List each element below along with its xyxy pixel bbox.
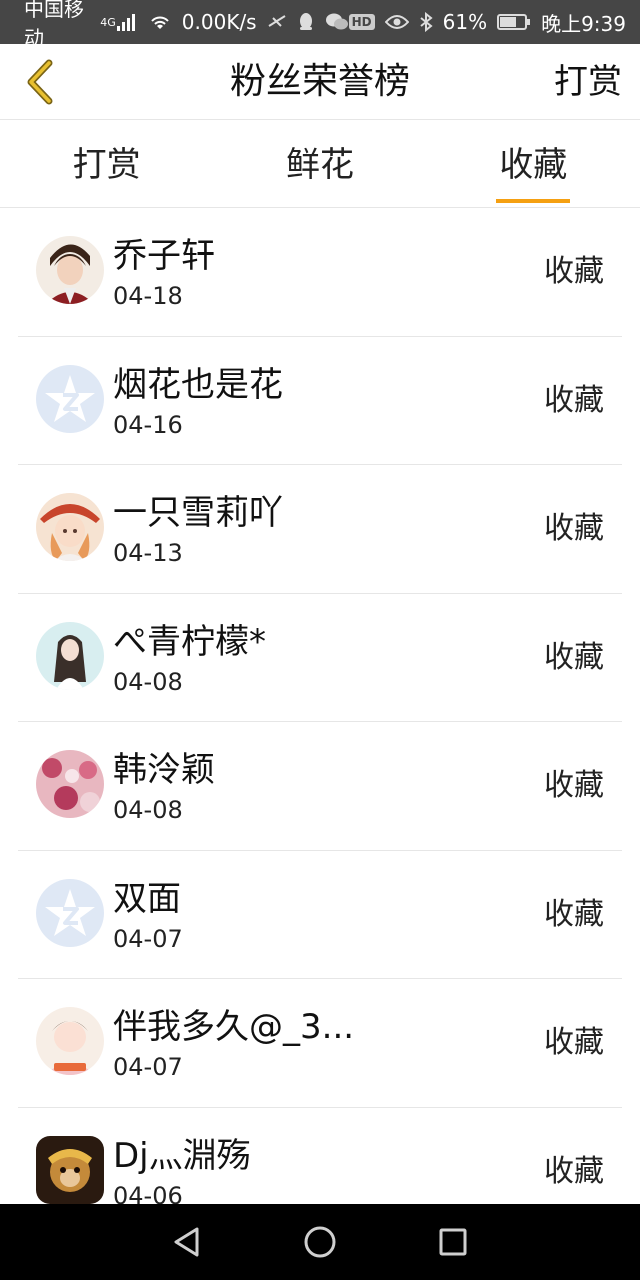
system-nav-bar [0, 1204, 640, 1280]
avatar[interactable] [36, 1007, 104, 1075]
list-item[interactable]: 一只雪莉吖 04-13 收藏 [18, 465, 622, 594]
list-item[interactable]: 乔子轩 04-18 收藏 [18, 208, 622, 337]
avatar[interactable] [36, 1135, 104, 1204]
network-speed: 0.00K/s [181, 10, 257, 34]
list-item[interactable]: 伴我多久@_3... 04-07 收藏 [18, 979, 622, 1108]
tab-label: 打赏 [72, 145, 141, 185]
battery-icon [497, 13, 531, 31]
clock: 晚上9:39 [541, 11, 626, 36]
network-type-label: 4G [100, 15, 116, 29]
avatar[interactable] [36, 878, 104, 947]
action-label: 收藏 [544, 1025, 604, 1060]
user-name: 韩泠颖 [113, 750, 215, 790]
list-date: 04-08 [113, 796, 183, 824]
airplane-icon [267, 12, 287, 32]
fan-list: 乔子轩 04-18 收藏 烟花也是花 04-16 收藏 一只雪莉吖 04-13 … [0, 208, 640, 1204]
tab-bar: 打赏 鲜花 收藏 [0, 121, 640, 208]
user-name: 一只雪莉吖 [113, 493, 283, 533]
list-item[interactable]: 双面 04-07 收藏 [18, 851, 622, 979]
action-label: 收藏 [544, 768, 604, 803]
list-date: 04-16 [113, 410, 183, 439]
avatar[interactable] [36, 621, 104, 690]
tab-flowers[interactable]: 鲜花 [213, 121, 426, 207]
action-label: 收藏 [544, 511, 604, 546]
user-name: 烟花也是花 [113, 364, 283, 405]
bluetooth-icon [419, 12, 433, 32]
user-name: 双面 [113, 878, 181, 919]
user-name: 伴我多久@_3... [113, 1007, 355, 1047]
list-date: 04-07 [113, 1053, 183, 1081]
nav-back-button[interactable] [157, 1212, 217, 1272]
list-date: 04-06 [113, 1181, 183, 1205]
action-label: 收藏 [544, 1153, 604, 1189]
list-item[interactable]: 烟花也是花 04-16 收藏 [18, 337, 622, 465]
action-label: 收藏 [544, 639, 604, 675]
signal-icon: 4G [100, 13, 138, 31]
tab-indicator [496, 199, 571, 203]
avatar[interactable] [36, 236, 104, 304]
battery-percent: 61% [442, 10, 488, 34]
list-item[interactable]: Dj灬淵殇 04-06 收藏 [18, 1108, 622, 1205]
circle-home-icon [304, 1226, 336, 1258]
action-label: 收藏 [544, 254, 604, 289]
page-title: 粉丝荣誉榜 [229, 61, 410, 102]
reward-button[interactable]: 打赏 [554, 44, 622, 120]
list-date: 04-18 [113, 282, 183, 310]
avatar[interactable] [36, 750, 104, 818]
user-name: ぺ青柠檬* [113, 621, 266, 662]
app-header: 粉丝荣誉榜 打赏 [0, 44, 640, 120]
list-date: 04-08 [113, 667, 183, 696]
action-label: 收藏 [544, 896, 604, 932]
list-date: 04-07 [113, 924, 183, 953]
status-bar: 中国移动 4G 0.00K/s HD 61% 晚上9:39 [0, 0, 640, 50]
user-name: 乔子轩 [113, 236, 215, 276]
user-name: Dj灬淵殇 [113, 1135, 251, 1176]
hd-icon: HD [348, 14, 375, 30]
avatar[interactable] [36, 493, 104, 561]
eye-icon [384, 14, 409, 30]
tab-favorites[interactable]: 收藏 [427, 121, 640, 207]
avatar[interactable] [36, 364, 104, 433]
qq-icon [297, 12, 315, 32]
tab-reward[interactable]: 打赏 [0, 121, 213, 207]
nav-home-button[interactable] [290, 1212, 350, 1272]
wifi-icon [148, 13, 172, 31]
wechat-icon [325, 12, 349, 32]
list-item[interactable]: 韩泠颖 04-08 收藏 [18, 722, 622, 851]
triangle-back-icon [174, 1227, 199, 1257]
list-item[interactable]: ぺ青柠檬* 04-08 收藏 [18, 594, 622, 722]
tab-label: 鲜花 [285, 145, 354, 185]
square-recents-icon [439, 1228, 467, 1256]
action-label: 收藏 [544, 382, 604, 418]
nav-recents-button[interactable] [423, 1212, 483, 1272]
list-date: 04-13 [113, 539, 183, 567]
tab-label: 收藏 [499, 145, 568, 185]
